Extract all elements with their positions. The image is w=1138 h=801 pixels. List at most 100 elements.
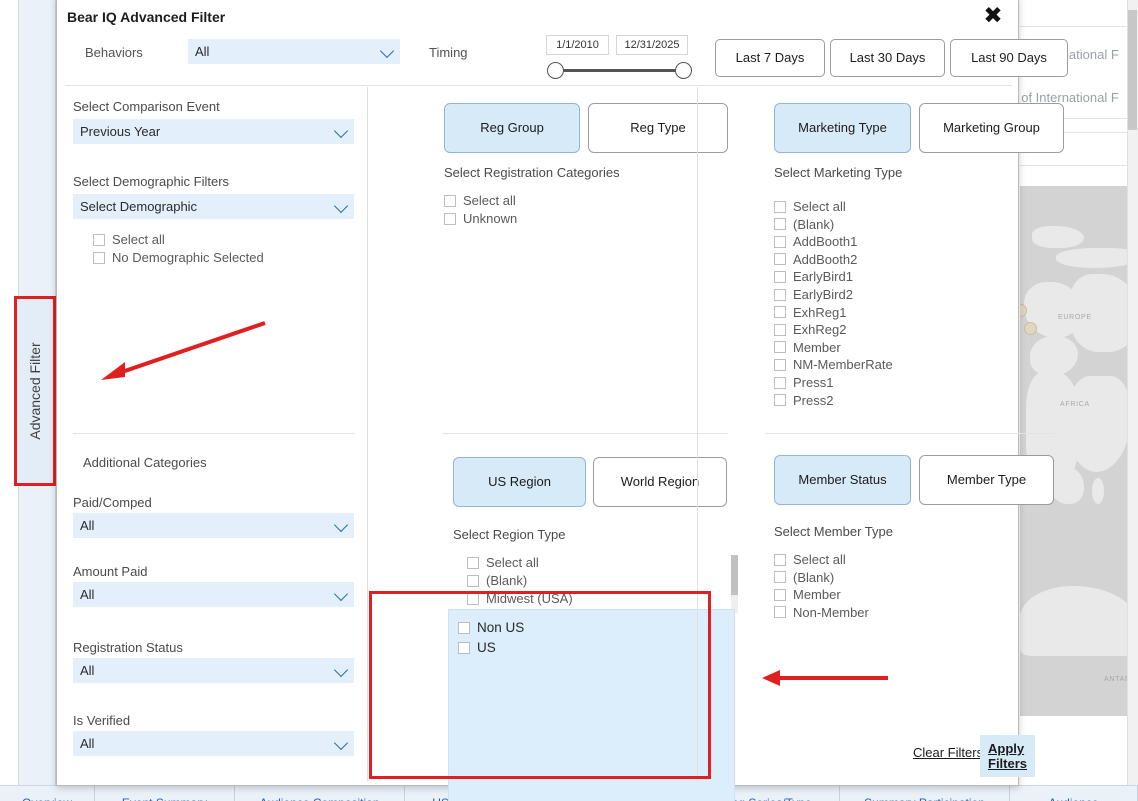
region-type-list[interactable]: Select all (Blank) Midwest (USA) (453, 555, 738, 613)
last-90-days-button[interactable]: Last 90 Days (950, 39, 1068, 77)
checkbox-marketing-select-all[interactable]: Select all (774, 199, 846, 214)
amount-paid-label: Amount Paid (73, 564, 147, 579)
checkbox-select-all-region[interactable]: Select all (467, 555, 539, 570)
checkbox-member-member[interactable]: Member (774, 587, 841, 602)
checkbox-marketing-earlybird1[interactable]: EarlyBird1 (774, 269, 853, 284)
toggle-marketing-group[interactable]: Marketing Group (919, 103, 1064, 153)
registration-status-dropdown[interactable]: All (73, 658, 354, 683)
chevron-down-icon (334, 198, 348, 212)
checkbox-label: Non US (477, 620, 524, 635)
checkbox-member-non-member[interactable]: Non-Member (774, 605, 869, 620)
amount-paid-value: All (80, 587, 94, 602)
checkbox-box (467, 575, 479, 587)
checkbox-label: ExhReg1 (793, 305, 846, 320)
tab-event-summary[interactable]: Event Summary (95, 786, 235, 801)
tab-summary-participation[interactable]: Summary Participation (840, 786, 1010, 801)
date-slider-knob-right[interactable] (675, 62, 692, 79)
date-start-field[interactable]: 1/1/2010 (546, 35, 609, 55)
checkbox-label: Press2 (793, 393, 833, 408)
chevron-down-icon (334, 586, 348, 600)
tab-overview[interactable]: Overview (0, 786, 95, 801)
checkbox-box (774, 606, 786, 618)
report-divider (1020, 165, 1138, 166)
checkbox-member-select-all[interactable]: Select all (774, 552, 846, 567)
checkbox-label: (Blank) (793, 570, 834, 585)
checkbox-non-us[interactable]: Non US (458, 620, 524, 635)
checkbox-box (774, 554, 786, 566)
checkbox-label: AddBooth2 (793, 252, 857, 267)
checkbox-box (458, 622, 470, 634)
checkbox-marketing-press2[interactable]: Press2 (774, 393, 833, 408)
close-icon[interactable]: ✖ (980, 3, 1006, 29)
last-7-days-button[interactable]: Last 7 Days (715, 39, 825, 77)
toggle-reg-group[interactable]: Reg Group (444, 103, 580, 153)
checkbox-box (467, 557, 479, 569)
filter-column-left: Select Comparison Event Previous Year Se… (65, 87, 365, 781)
page-scrollbar[interactable] (1127, 0, 1138, 790)
world-map-visual: EUROPE AFRICA ANTARCTIC (1020, 186, 1138, 716)
page-scrollbar-thumb[interactable] (1128, 10, 1137, 130)
region-type-label: Select Region Type (453, 527, 566, 542)
checkbox-marketing-exhreg2[interactable]: ExhReg2 (774, 322, 846, 337)
toggle-member-type[interactable]: Member Type (919, 455, 1054, 505)
checkbox-marketing-press1[interactable]: Press1 (774, 375, 833, 390)
comparison-event-dropdown[interactable]: Previous Year (73, 119, 354, 144)
checkbox-box (774, 253, 786, 265)
checkbox-midwest-usa-region[interactable]: Midwest (USA) (467, 591, 573, 606)
paid-comped-dropdown[interactable]: All (73, 513, 354, 538)
checkbox-marketing-member[interactable]: Member (774, 340, 841, 355)
advanced-filter-vertical-tab[interactable]: Advanced Filter (14, 296, 56, 486)
date-end-field[interactable]: 12/31/2025 (616, 35, 688, 55)
checkbox-marketing-addbooth1[interactable]: AddBooth1 (774, 234, 857, 249)
checkbox-us[interactable]: US (458, 640, 496, 655)
tab-audience[interactable]: Audience (1010, 786, 1138, 801)
checkbox-label: Non-Member (793, 605, 869, 620)
checkbox-marketing-addbooth2[interactable]: AddBooth2 (774, 252, 857, 267)
date-slider-knob-left[interactable] (547, 62, 564, 79)
checkbox-marketing-blank[interactable]: (Blank) (774, 217, 834, 232)
map-label-europe: EUROPE (1058, 314, 1092, 321)
last-30-days-button[interactable]: Last 30 Days (830, 39, 945, 77)
checkbox-label: Member (793, 587, 841, 602)
checkbox-marketing-earlybird2[interactable]: EarlyBird2 (774, 287, 853, 302)
checkbox-label: EarlyBird1 (793, 269, 853, 284)
checkbox-box (458, 642, 470, 654)
checkbox-label: Select all (112, 232, 165, 247)
checkbox-unknown-reg-category[interactable]: Unknown (444, 211, 517, 226)
checkbox-no-demographic-selected[interactable]: No Demographic Selected (93, 250, 264, 265)
checkbox-box (774, 377, 786, 389)
checkbox-label: (Blank) (793, 217, 834, 232)
checkbox-label: (Blank) (486, 573, 527, 588)
tab-audience-composition[interactable]: Audience Composition (235, 786, 405, 801)
toggle-us-region[interactable]: US Region (453, 457, 586, 507)
behaviors-label: Behaviors (85, 45, 143, 60)
checkbox-label: No Demographic Selected (112, 250, 264, 265)
registration-status-label: Registration Status (73, 640, 183, 655)
checkbox-box (774, 218, 786, 230)
demographic-dropdown[interactable]: Select Demographic (73, 194, 354, 219)
apply-filters-button[interactable]: Apply Filters (980, 735, 1035, 777)
region-open-dropdown[interactable]: Non US US All (448, 609, 735, 801)
panel-title: Bear IQ Advanced Filter (67, 9, 225, 25)
checkbox-box (774, 236, 786, 248)
checkbox-marketing-exhreg1[interactable]: ExhReg1 (774, 305, 846, 320)
behaviors-dropdown[interactable]: All (188, 39, 400, 64)
checkbox-blank-region[interactable]: (Blank) (467, 573, 527, 588)
clear-filters-button[interactable]: Clear Filters (913, 745, 983, 760)
checkbox-select-all-reg-category[interactable]: Select all (444, 193, 516, 208)
filter-column-middle: Reg Group Reg Type Select Registration C… (367, 87, 697, 781)
checkbox-select-all-demographic[interactable]: Select all (93, 232, 165, 247)
toggle-member-status[interactable]: Member Status (774, 455, 911, 505)
checkbox-marketing-nm-memberrate[interactable]: NM-MemberRate (774, 357, 893, 372)
checkbox-label: Select all (463, 193, 516, 208)
is-verified-dropdown[interactable]: All (73, 731, 354, 756)
checkbox-member-blank[interactable]: (Blank) (774, 570, 834, 585)
timing-range-control[interactable]: 1/1/2010 12/31/2025 (489, 31, 679, 86)
behaviors-dropdown-value: All (195, 44, 209, 59)
checkbox-box (774, 201, 786, 213)
is-verified-value: All (80, 736, 94, 751)
checkbox-box (93, 234, 105, 246)
demographic-filters-label: Select Demographic Filters (73, 174, 229, 189)
toggle-marketing-type[interactable]: Marketing Type (774, 103, 911, 153)
amount-paid-dropdown[interactable]: All (73, 582, 354, 607)
